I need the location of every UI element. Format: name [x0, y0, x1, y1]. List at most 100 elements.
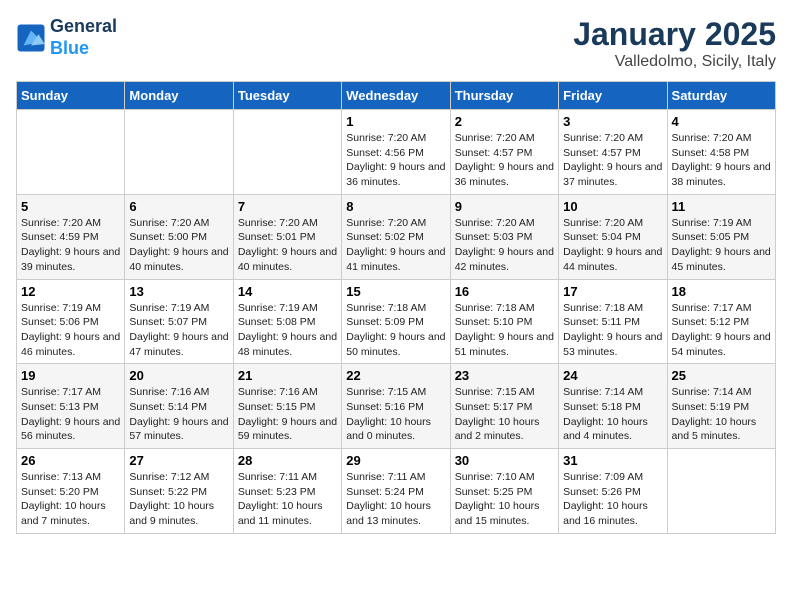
day-number: 5 [21, 199, 120, 214]
calendar-cell: 20Sunrise: 7:16 AM Sunset: 5:14 PM Dayli… [125, 364, 233, 449]
calendar-cell: 6 Sunrise: 7:20 AM Sunset: 5:00 PM Daylig… [125, 194, 233, 279]
logo-text: General Blue [50, 16, 117, 59]
day-number: 15 [346, 284, 445, 299]
day-number: 18 [672, 284, 771, 299]
calendar-week-row: 19 Sunrise: 7:17 AM Sunset: 5:13 PM Dayli… [17, 364, 776, 449]
day-number: 14 [238, 284, 337, 299]
calendar-cell: 1Sunrise: 7:20 AM Sunset: 4:56 PM Daylig… [342, 110, 450, 195]
day-info: Sunrise: 7:18 AM Sunset: 5:10 PM Dayligh… [455, 301, 554, 360]
calendar-week-row: 5 Sunrise: 7:20 AM Sunset: 4:59 PM Daylig… [17, 194, 776, 279]
day-number: 4 [672, 114, 771, 129]
calendar-cell: 18 Sunrise: 7:17 AM Sunset: 5:12 PM Dayli… [667, 279, 775, 364]
day-info: Sunrise: 7:18 AM Sunset: 5:09 PM Dayligh… [346, 301, 445, 360]
month-title: January 2025 [573, 16, 776, 53]
day-number: 24 [563, 368, 662, 383]
day-number: 31 [563, 453, 662, 468]
day-number: 29 [346, 453, 445, 468]
calendar-cell: 28 Sunrise: 7:11 AM Sunset: 5:23 PM Dayli… [233, 449, 341, 534]
day-number: 7 [238, 199, 337, 214]
day-number: 6 [129, 199, 228, 214]
weekday-header: Tuesday [233, 82, 341, 110]
day-info: Sunrise: 7:11 AM Sunset: 5:24 PM Dayligh… [346, 470, 445, 529]
calendar-cell: 5 Sunrise: 7:20 AM Sunset: 4:59 PM Daylig… [17, 194, 125, 279]
calendar-cell: 22Sunrise: 7:15 AM Sunset: 5:16 PM Dayli… [342, 364, 450, 449]
day-number: 3 [563, 114, 662, 129]
weekday-header: Sunday [17, 82, 125, 110]
weekday-header: Monday [125, 82, 233, 110]
calendar-cell: 31 Sunrise: 7:09 AM Sunset: 5:26 PM Dayli… [559, 449, 667, 534]
calendar-cell: 21Sunrise: 7:16 AM Sunset: 5:15 PM Dayli… [233, 364, 341, 449]
weekday-header: Saturday [667, 82, 775, 110]
day-number: 8 [346, 199, 445, 214]
day-info: Sunrise: 7:20 AM Sunset: 5:00 PM Dayligh… [129, 216, 228, 275]
day-info: Sunrise: 7:20 AM Sunset: 5:04 PM Dayligh… [563, 216, 662, 275]
calendar-cell: 17 Sunrise: 7:18 AM Sunset: 5:11 PM Dayli… [559, 279, 667, 364]
day-info: Sunrise: 7:14 AM Sunset: 5:18 PM Dayligh… [563, 385, 662, 444]
day-number: 17 [563, 284, 662, 299]
logo: General Blue [16, 16, 117, 59]
calendar-cell: 19 Sunrise: 7:17 AM Sunset: 5:13 PM Dayli… [17, 364, 125, 449]
day-info: Sunrise: 7:16 AM Sunset: 5:14 PM Dayligh… [129, 385, 228, 444]
calendar-cell: 4Sunrise: 7:20 AM Sunset: 4:58 PM Daylig… [667, 110, 775, 195]
calendar-cell: 30Sunrise: 7:10 AM Sunset: 5:25 PM Dayli… [450, 449, 558, 534]
day-number: 2 [455, 114, 554, 129]
logo-icon [16, 23, 46, 53]
day-number: 9 [455, 199, 554, 214]
calendar-cell: 27 Sunrise: 7:12 AM Sunset: 5:22 PM Dayli… [125, 449, 233, 534]
day-info: Sunrise: 7:17 AM Sunset: 5:12 PM Dayligh… [672, 301, 771, 360]
day-number: 25 [672, 368, 771, 383]
day-number: 12 [21, 284, 120, 299]
day-info: Sunrise: 7:14 AM Sunset: 5:19 PM Dayligh… [672, 385, 771, 444]
calendar-cell: 24 Sunrise: 7:14 AM Sunset: 5:18 PM Dayli… [559, 364, 667, 449]
calendar-cell [233, 110, 341, 195]
day-info: Sunrise: 7:12 AM Sunset: 5:22 PM Dayligh… [129, 470, 228, 529]
day-info: Sunrise: 7:18 AM Sunset: 5:11 PM Dayligh… [563, 301, 662, 360]
calendar-cell: 10 Sunrise: 7:20 AM Sunset: 5:04 PM Dayli… [559, 194, 667, 279]
location: Valledolmo, Sicily, Italy [573, 53, 776, 71]
day-info: Sunrise: 7:11 AM Sunset: 5:23 PM Dayligh… [238, 470, 337, 529]
calendar-cell: 25 Sunrise: 7:14 AM Sunset: 5:19 PM Dayli… [667, 364, 775, 449]
day-info: Sunrise: 7:15 AM Sunset: 5:16 PM Dayligh… [346, 385, 445, 444]
calendar-week-row: 26 Sunrise: 7:13 AM Sunset: 5:20 PM Dayli… [17, 449, 776, 534]
day-number: 10 [563, 199, 662, 214]
day-info: Sunrise: 7:15 AM Sunset: 5:17 PM Dayligh… [455, 385, 554, 444]
calendar-cell: 26 Sunrise: 7:13 AM Sunset: 5:20 PM Dayli… [17, 449, 125, 534]
day-number: 26 [21, 453, 120, 468]
day-info: Sunrise: 7:17 AM Sunset: 5:13 PM Dayligh… [21, 385, 120, 444]
day-number: 16 [455, 284, 554, 299]
day-number: 13 [129, 284, 228, 299]
calendar-cell: 8Sunrise: 7:20 AM Sunset: 5:02 PM Daylig… [342, 194, 450, 279]
calendar-cell: 23 Sunrise: 7:15 AM Sunset: 5:17 PM Dayli… [450, 364, 558, 449]
logo-line2: Blue [50, 38, 117, 60]
calendar: SundayMondayTuesdayWednesdayThursdayFrid… [16, 81, 776, 534]
day-number: 1 [346, 114, 445, 129]
day-info: Sunrise: 7:20 AM Sunset: 5:01 PM Dayligh… [238, 216, 337, 275]
weekday-header-row: SundayMondayTuesdayWednesdayThursdayFrid… [17, 82, 776, 110]
weekday-header: Thursday [450, 82, 558, 110]
calendar-cell: 14Sunrise: 7:19 AM Sunset: 5:08 PM Dayli… [233, 279, 341, 364]
day-number: 11 [672, 199, 771, 214]
calendar-cell: 7 Sunrise: 7:20 AM Sunset: 5:01 PM Daylig… [233, 194, 341, 279]
calendar-cell: 15 Sunrise: 7:18 AM Sunset: 5:09 PM Dayli… [342, 279, 450, 364]
day-number: 23 [455, 368, 554, 383]
title-block: January 2025 Valledolmo, Sicily, Italy [573, 16, 776, 71]
day-number: 28 [238, 453, 337, 468]
logo-line1: General [50, 16, 117, 38]
day-info: Sunrise: 7:19 AM Sunset: 5:05 PM Dayligh… [672, 216, 771, 275]
day-number: 21 [238, 368, 337, 383]
day-info: Sunrise: 7:09 AM Sunset: 5:26 PM Dayligh… [563, 470, 662, 529]
day-number: 27 [129, 453, 228, 468]
weekday-header: Friday [559, 82, 667, 110]
calendar-cell: 12Sunrise: 7:19 AM Sunset: 5:06 PM Dayli… [17, 279, 125, 364]
calendar-cell [667, 449, 775, 534]
calendar-cell: 2Sunrise: 7:20 AM Sunset: 4:57 PM Daylig… [450, 110, 558, 195]
day-info: Sunrise: 7:20 AM Sunset: 4:57 PM Dayligh… [563, 131, 662, 190]
day-number: 19 [21, 368, 120, 383]
calendar-cell: 13Sunrise: 7:19 AM Sunset: 5:07 PM Dayli… [125, 279, 233, 364]
weekday-header: Wednesday [342, 82, 450, 110]
day-info: Sunrise: 7:13 AM Sunset: 5:20 PM Dayligh… [21, 470, 120, 529]
day-info: Sunrise: 7:20 AM Sunset: 4:59 PM Dayligh… [21, 216, 120, 275]
calendar-cell: 3 Sunrise: 7:20 AM Sunset: 4:57 PM Daylig… [559, 110, 667, 195]
calendar-week-row: 12Sunrise: 7:19 AM Sunset: 5:06 PM Dayli… [17, 279, 776, 364]
page-header: General Blue January 2025 Valledolmo, Si… [16, 16, 776, 71]
